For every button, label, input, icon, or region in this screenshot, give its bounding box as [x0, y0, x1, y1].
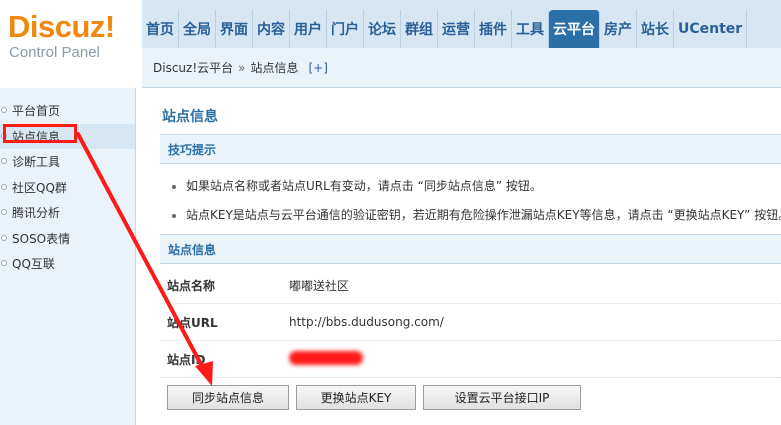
- site-name-value: 嘟嘟送社区: [289, 278, 350, 293]
- nav-tab-1[interactable]: 全局: [179, 10, 216, 48]
- sidebar-item-label: 诊断工具: [12, 155, 61, 170]
- field-row-site-id: 站点ID: [160, 341, 781, 378]
- sidebar-item-0[interactable]: 平台首页: [0, 98, 135, 124]
- bullet-icon: [1, 209, 7, 215]
- breadcrumb: Discuz!云平台 » 站点信息 [+]: [142, 48, 781, 88]
- sidebar-item-5[interactable]: SOSO表情: [0, 226, 135, 252]
- nav-tab-4[interactable]: 用户: [290, 10, 327, 48]
- nav-tab-0[interactable]: 首页: [142, 10, 179, 48]
- tip-text: 站点KEY是站点与云平台通信的验证密钥，若近期有危险操作泄漏站点KEY等信息，请…: [186, 208, 781, 222]
- logo-subtitle: Control Panel: [9, 44, 100, 61]
- nav-tab-6[interactable]: 论坛: [364, 10, 401, 48]
- logo-title: Discuz!: [8, 9, 115, 44]
- bullet-icon: [1, 260, 7, 266]
- sidebar-item-label: QQ互联: [12, 257, 55, 272]
- tips-heading: 技巧提示: [160, 134, 781, 164]
- annotation-highlight-box: [3, 124, 77, 143]
- tip-item: 如果站点名称或者站点URL有变动，请点击 “同步站点信息” 按钮。: [172, 177, 542, 194]
- tip-item: 站点KEY是站点与云平台通信的验证密钥，若近期有危险操作泄漏站点KEY等信息，请…: [172, 206, 781, 223]
- nav-tab-12[interactable]: 房产: [600, 10, 637, 48]
- bullet-icon: [172, 213, 176, 218]
- nav-tab-3[interactable]: 内容: [253, 10, 290, 48]
- bullet-icon: [1, 107, 7, 113]
- sidebar-item-6[interactable]: QQ互联: [0, 251, 135, 277]
- nav-tab-8[interactable]: 运营: [438, 10, 475, 48]
- sidebar-item-label: 平台首页: [12, 104, 61, 119]
- nav-tab-2[interactable]: 界面: [216, 10, 253, 48]
- set-cloud-ip-button[interactable]: 设置云平台接口IP: [423, 385, 581, 410]
- bullet-icon: [1, 183, 7, 190]
- field-label: 站点ID: [167, 352, 206, 367]
- sidebar-item-3[interactable]: 社区QQ群: [0, 175, 135, 201]
- field-label: 站点URL: [167, 315, 218, 330]
- bullet-icon: [1, 158, 7, 164]
- header: Discuz! Control Panel 首页 全局 界面 内容 用户 门户 论坛 群组 运营…: [0, 0, 781, 88]
- tip-text: 如果站点名称或者站点URL有变动，请点击 “同步站点信息” 按钮。: [186, 179, 542, 193]
- discuz-logo[interactable]: Discuz! Control Panel: [8, 10, 136, 68]
- breadcrumb-root[interactable]: Discuz!云平台: [153, 59, 233, 76]
- nav-tab-13[interactable]: 站长: [637, 10, 674, 48]
- nav-tab-10[interactable]: 工具: [512, 10, 549, 48]
- field-row-site-url: 站点URL http://bbs.dudusong.com/: [160, 304, 781, 341]
- sidebar-item-4[interactable]: 腾讯分析: [0, 200, 135, 226]
- field-row-site-name: 站点名称 嘟嘟送社区: [160, 267, 781, 304]
- breadcrumb-separator: »: [238, 60, 246, 75]
- sync-site-info-button[interactable]: 同步站点信息: [167, 385, 289, 410]
- sidebar-item-label: SOSO表情: [12, 231, 71, 246]
- sidebar-item-label: 社区QQ群: [12, 180, 67, 195]
- field-label: 站点名称: [167, 278, 216, 293]
- nav-tab-11[interactable]: 云平台: [549, 10, 600, 48]
- sidebar-item-2[interactable]: 诊断工具: [0, 149, 135, 175]
- info-heading: 站点信息: [160, 234, 781, 264]
- top-nav: 首页 全局 界面 内容 用户 门户 论坛 群组 运营 插件 工具 云平台 房产 站长 UCenter: [142, 10, 748, 48]
- nav-tab-14[interactable]: UCenter: [674, 10, 748, 48]
- bullet-icon: [1, 234, 7, 241]
- page-title: 站点信息: [162, 109, 218, 125]
- nav-tab-7[interactable]: 群组: [401, 10, 438, 48]
- change-site-key-button[interactable]: 更换站点KEY: [296, 385, 416, 410]
- site-url-value: http://bbs.dudusong.com/: [289, 315, 444, 329]
- breadcrumb-current: 站点信息: [250, 61, 299, 75]
- main-content: 站点信息 技巧提示 如果站点名称或者站点URL有变动，请点击 “同步站点信息” …: [148, 88, 781, 425]
- site-id-redacted: [289, 350, 363, 368]
- sidebar-item-label: 腾讯分析: [12, 206, 61, 221]
- nav-tab-5[interactable]: 门户: [327, 10, 364, 48]
- add-shortcut-button[interactable]: [+]: [309, 61, 328, 75]
- redaction-mark: [289, 350, 363, 365]
- nav-tab-9[interactable]: 插件: [475, 10, 512, 48]
- bullet-icon: [172, 184, 176, 189]
